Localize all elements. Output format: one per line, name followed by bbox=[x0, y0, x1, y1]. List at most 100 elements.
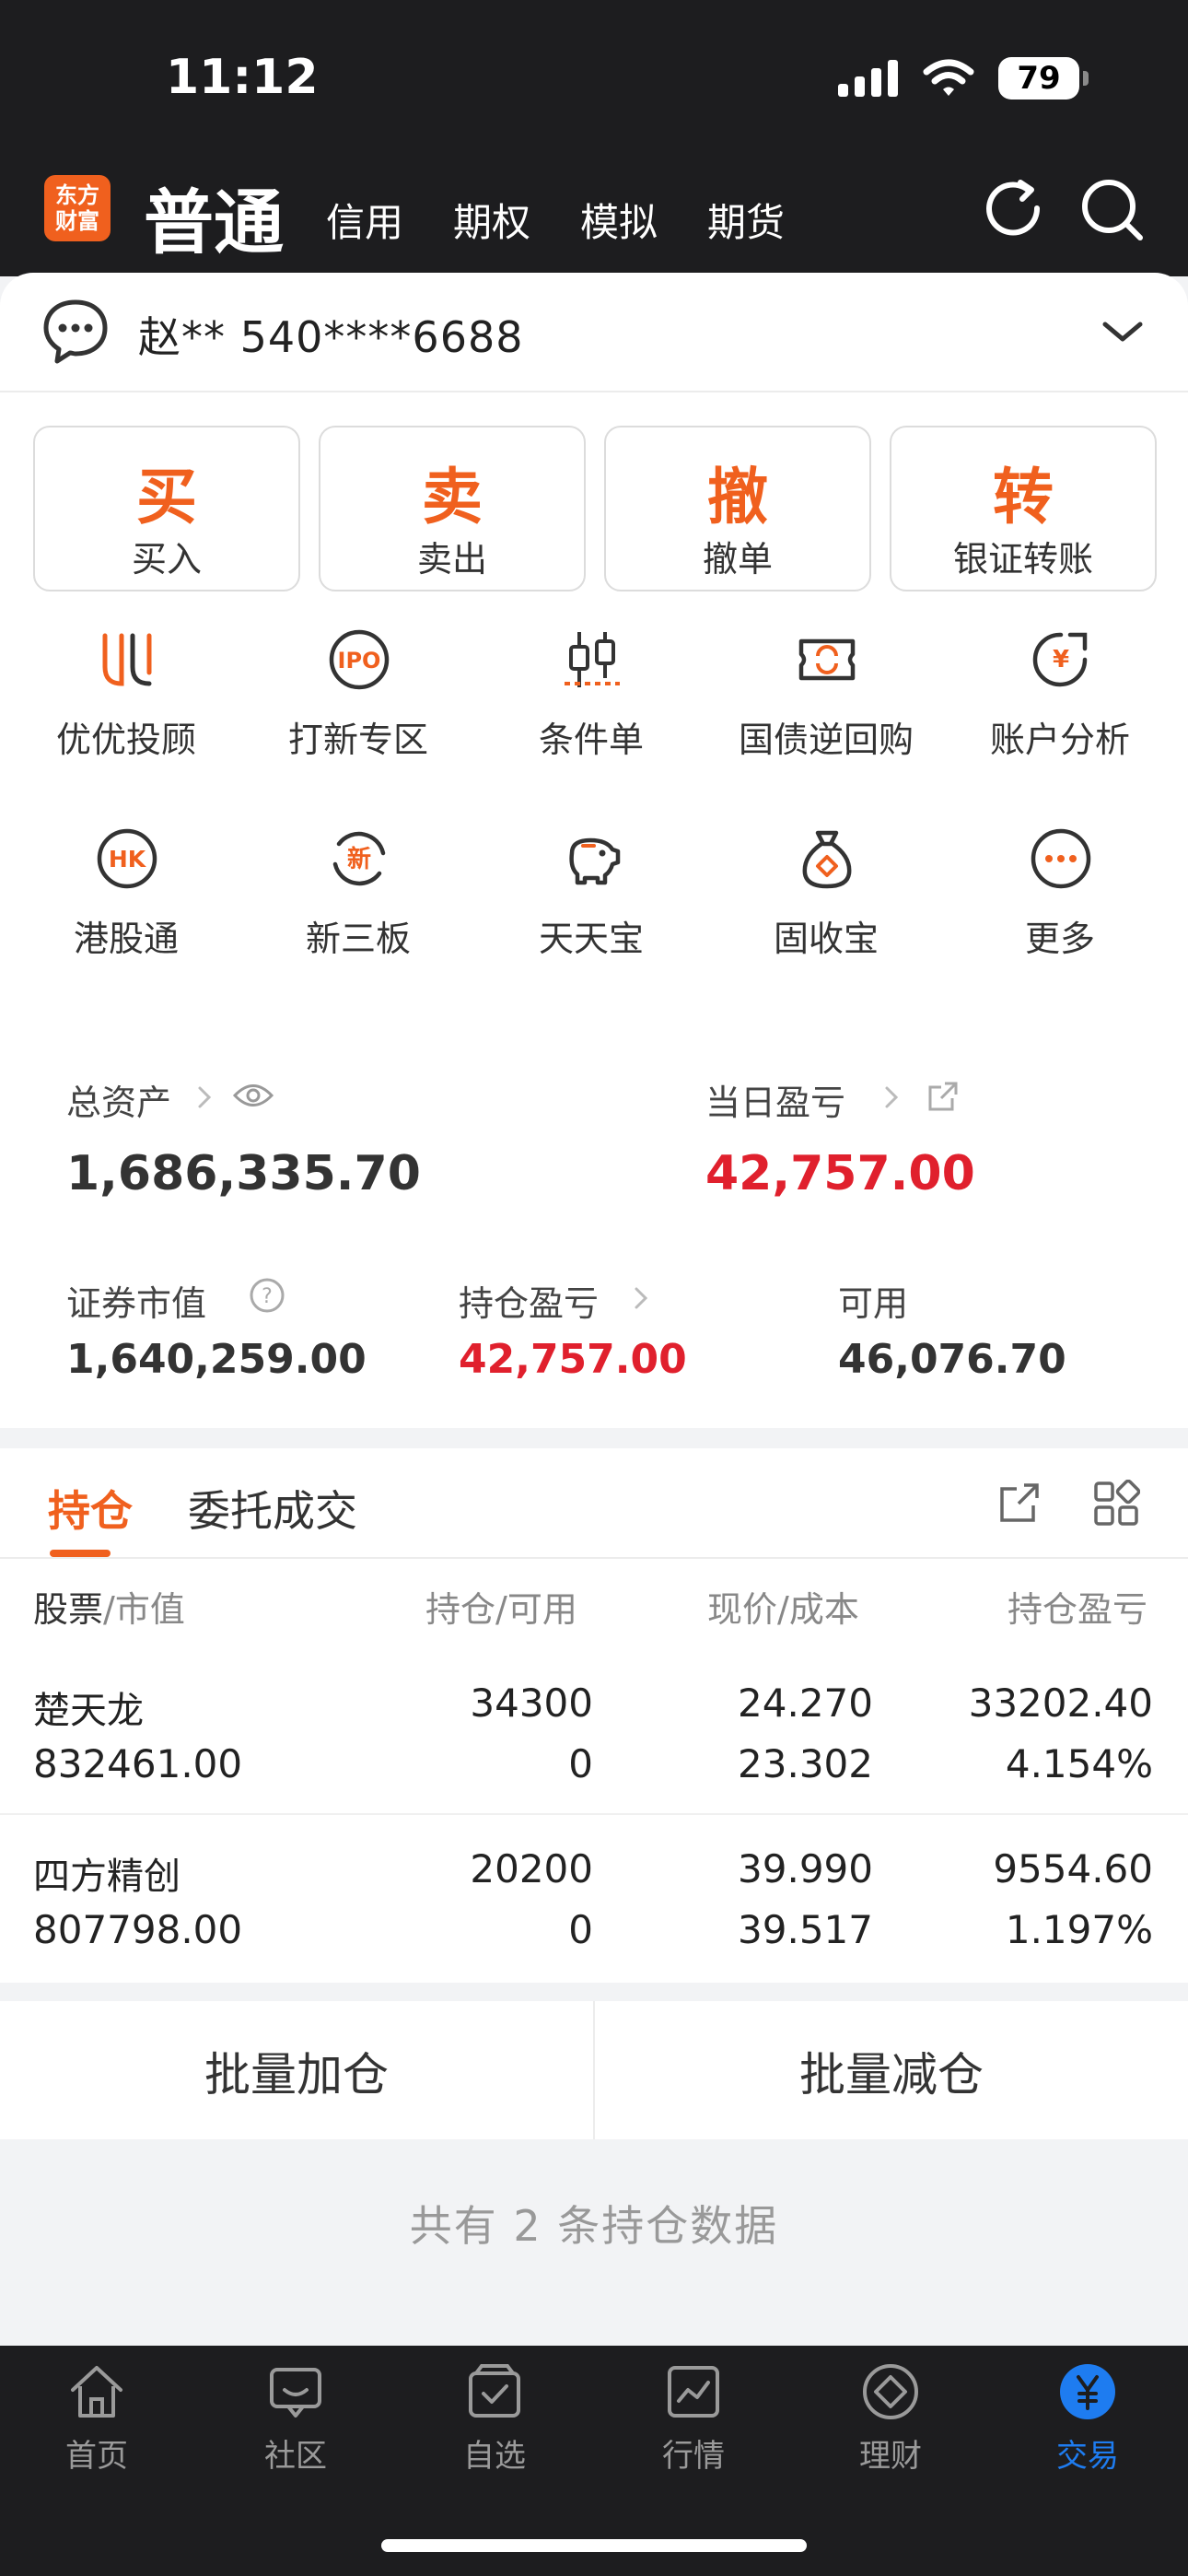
wifi-icon bbox=[923, 59, 974, 96]
tab-futures[interactable]: 期货 bbox=[707, 192, 785, 248]
wealth-icon bbox=[863, 2364, 918, 2419]
transfer-char: 转 bbox=[993, 462, 1054, 533]
header-qty: 持仓/可用 bbox=[425, 1589, 577, 1630]
holding-pl-value: 42,757.00 bbox=[459, 1336, 687, 1383]
available-label: 可用 bbox=[838, 1283, 909, 1324]
batch-add-button[interactable]: 批量加仓 bbox=[0, 2038, 593, 2104]
home-indicator[interactable] bbox=[381, 2539, 807, 2552]
cost-price: 39.517 bbox=[738, 1907, 873, 1952]
grid-item-tiantianbao[interactable]: 天天宝 bbox=[476, 825, 706, 982]
search-icon[interactable] bbox=[1076, 173, 1149, 247]
account-info: 赵** 540****6688 bbox=[138, 312, 524, 362]
grid-item-more[interactable]: 更多 bbox=[945, 825, 1175, 982]
message-icon[interactable] bbox=[41, 297, 111, 367]
chevron-right-icon bbox=[198, 1086, 212, 1108]
current-price: 39.990 bbox=[738, 1846, 873, 1891]
tab-community[interactable]: 社区 bbox=[227, 2360, 365, 2475]
tab-orders-trades[interactable]: 委托成交 bbox=[188, 1478, 357, 1539]
stock-market-value: 832461.00 bbox=[33, 1741, 243, 1786]
total-assets-label[interactable]: 总资产 bbox=[66, 1074, 171, 1125]
sell-label: 卖出 bbox=[416, 539, 487, 580]
available-value: 46,076.70 bbox=[838, 1336, 1066, 1383]
money-bag-icon bbox=[802, 830, 852, 889]
piggy-bank-icon bbox=[569, 837, 621, 885]
position-pl: 33202.40 bbox=[968, 1680, 1153, 1726]
grid-item-ipo[interactable]: IPO 打新专区 bbox=[243, 626, 473, 783]
position-pl-pct: 4.154% bbox=[1005, 1741, 1153, 1786]
grid-item-new-third-board[interactable]: 新 新三板 bbox=[243, 825, 473, 982]
tab-credit[interactable]: 信用 bbox=[326, 192, 403, 248]
tab-market[interactable]: 行情 bbox=[624, 2360, 763, 2475]
grid-label: 新三板 bbox=[305, 919, 411, 959]
tab-label: 交易 bbox=[1056, 2438, 1119, 2475]
trade-icon bbox=[1060, 2364, 1115, 2419]
account-analysis-icon: ¥ bbox=[1032, 632, 1088, 687]
home-icon bbox=[71, 2366, 122, 2418]
new-third-board-icon: 新 bbox=[332, 831, 386, 886]
refresh-icon[interactable] bbox=[978, 173, 1052, 247]
tab-wealth[interactable]: 理财 bbox=[821, 2360, 960, 2475]
grid-label: 优优投顾 bbox=[55, 720, 196, 760]
tab-options[interactable]: 期权 bbox=[453, 192, 530, 248]
stock-name: 楚天龙 bbox=[33, 1690, 144, 1732]
total-assets-value: 1,686,335.70 bbox=[66, 1146, 421, 1201]
repo-ticket-icon bbox=[798, 638, 856, 681]
bank-transfer-button[interactable]: 转 银证转账 bbox=[890, 426, 1157, 591]
chevron-right-icon bbox=[885, 1086, 899, 1108]
grid-item-uu-advisor[interactable]: 优优投顾 bbox=[11, 626, 241, 783]
grid-item-hk-connect[interactable]: HK 港股通 bbox=[11, 825, 241, 982]
market-value-label: 证券市值 bbox=[66, 1283, 207, 1324]
help-icon[interactable]: ? bbox=[249, 1277, 285, 1314]
share-icon[interactable] bbox=[996, 1480, 1042, 1526]
header-price: 现价/成本 bbox=[707, 1589, 859, 1630]
grid-item-gushoubao[interactable]: 固收宝 bbox=[711, 825, 941, 982]
daily-pl-label[interactable]: 当日盈亏 bbox=[705, 1074, 845, 1125]
grid-view-icon[interactable] bbox=[1092, 1480, 1140, 1528]
tab-label: 行情 bbox=[662, 2438, 725, 2475]
tabs-divider bbox=[0, 1557, 1188, 1559]
chevron-right-icon bbox=[635, 1287, 648, 1309]
stock-name: 四方精创 bbox=[33, 1856, 181, 1898]
tab-normal[interactable]: 普通 bbox=[144, 166, 284, 267]
tab-simulate[interactable]: 模拟 bbox=[580, 192, 658, 248]
position-available: 0 bbox=[568, 1741, 593, 1786]
position-qty: 20200 bbox=[470, 1846, 593, 1891]
eye-icon[interactable] bbox=[232, 1080, 274, 1111]
svg-text:?: ? bbox=[262, 1285, 273, 1308]
sell-button[interactable]: 卖 卖出 bbox=[319, 426, 586, 591]
tab-underline bbox=[50, 1550, 111, 1557]
battery-indicator: 79 bbox=[998, 57, 1089, 100]
svg-text:新: 新 bbox=[347, 845, 371, 873]
tab-label: 首页 bbox=[65, 2438, 128, 2475]
grid-label: 条件单 bbox=[538, 720, 644, 760]
position-qty: 34300 bbox=[470, 1680, 593, 1726]
holding-pl-label[interactable]: 持仓盈亏 bbox=[459, 1275, 599, 1326]
watchlist-icon bbox=[469, 2364, 520, 2418]
cancel-order-button[interactable]: 撤 撤单 bbox=[604, 426, 871, 591]
tab-trade[interactable]: 交易 bbox=[1019, 2360, 1157, 2475]
status-time: 11:12 bbox=[166, 50, 319, 105]
tab-watchlist[interactable]: 自选 bbox=[425, 2360, 564, 2475]
grid-label: 账户分析 bbox=[989, 720, 1130, 760]
grid-label: 打新专区 bbox=[287, 720, 428, 760]
community-icon bbox=[270, 2368, 321, 2418]
app-logo[interactable]: 东方财富 bbox=[44, 175, 111, 241]
transfer-label: 银证转账 bbox=[952, 539, 1093, 580]
grid-label: 天天宝 bbox=[538, 919, 644, 959]
grid-item-reverse-repo[interactable]: 国债逆回购 bbox=[711, 626, 941, 783]
buy-label: 买入 bbox=[131, 539, 202, 580]
batch-reduce-button[interactable]: 批量减仓 bbox=[595, 2038, 1188, 2104]
svg-text:HK: HK bbox=[109, 846, 147, 872]
tab-label: 理财 bbox=[859, 2438, 922, 2475]
svg-text:¥: ¥ bbox=[1053, 646, 1069, 673]
tab-holdings[interactable]: 持仓 bbox=[48, 1478, 133, 1539]
external-link-icon[interactable] bbox=[926, 1080, 960, 1113]
holdings-summary: 共有 2 条持仓数据 bbox=[409, 2201, 779, 2251]
grid-item-conditional-order[interactable]: 条件单 bbox=[476, 626, 706, 783]
grid-label: 国债逆回购 bbox=[738, 720, 914, 760]
buy-button[interactable]: 买 买入 bbox=[33, 426, 300, 591]
grid-item-account-analysis[interactable]: ¥ 账户分析 bbox=[945, 626, 1175, 783]
tab-label: 社区 bbox=[264, 2438, 327, 2475]
tab-home[interactable]: 首页 bbox=[28, 2360, 166, 2475]
chevron-down-icon[interactable] bbox=[1100, 313, 1146, 350]
